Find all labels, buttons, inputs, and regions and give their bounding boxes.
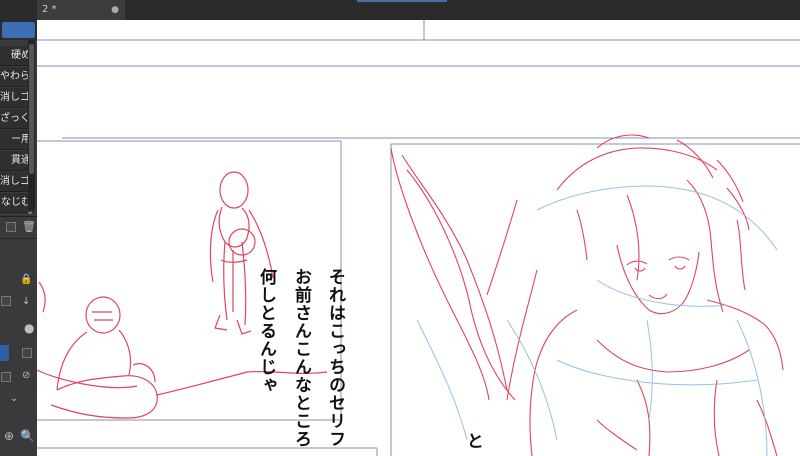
brush-tip-icon[interactable]: ●	[24, 322, 34, 334]
brush-category-button[interactable]	[2, 22, 35, 38]
speech-line-3: 何しとるんじゃ	[256, 268, 276, 394]
panel-borders	[37, 20, 800, 456]
figure-sketch-sitting	[37, 281, 328, 419]
duplicate-brush-icon[interactable]	[6, 222, 16, 232]
stabilizer-icon[interactable]	[22, 348, 32, 358]
scrollbar-thumb[interactable]	[29, 44, 34, 174]
figure-sketch-guides	[416, 185, 778, 456]
color-swatch[interactable]	[0, 345, 9, 361]
chevron-down-icon[interactable]: ⌄	[10, 393, 18, 405]
speech-fragment: と	[463, 432, 483, 450]
tool-panel: 硬め やわらかめ 消しゴム ざっくり ー用 貫通 消しゴム なじむ ⌄ 🗑 🔒 …	[0, 0, 38, 456]
arrow-down-icon[interactable]: ↓	[22, 296, 30, 308]
speech-line-2: お前さんこんなところ	[291, 268, 311, 448]
document-tab-bar: 2 * ●	[37, 0, 800, 21]
size-toggle-icon[interactable]	[1, 296, 11, 306]
panel-header	[0, 0, 37, 40]
trash-icon[interactable]: 🗑	[22, 221, 36, 233]
lock-icon[interactable]: 🔒	[20, 274, 32, 286]
close-icon[interactable]: ●	[111, 0, 119, 20]
panel-divider	[0, 238, 37, 239]
panel-divider	[0, 216, 37, 217]
mode-icon[interactable]: ⊘	[22, 370, 30, 382]
canvas-artwork	[37, 20, 800, 456]
figure-sketch-main	[390, 134, 784, 456]
speech-line-1: それはこっちのセリフ	[325, 268, 345, 448]
settings-icon[interactable]: ⊕	[4, 430, 14, 442]
tab-bar-accent	[357, 0, 447, 2]
tab-label: 2 *	[42, 4, 57, 15]
brush-list-scrollbar[interactable]	[28, 40, 35, 210]
search-icon[interactable]: 🔍	[20, 430, 35, 442]
drawing-canvas[interactable]: それはこっちのセリフ お前さんこんなところ 何しとるんじゃ と	[37, 20, 800, 456]
option-icon[interactable]	[1, 372, 11, 382]
tab-document[interactable]: 2 * ●	[37, 0, 125, 20]
